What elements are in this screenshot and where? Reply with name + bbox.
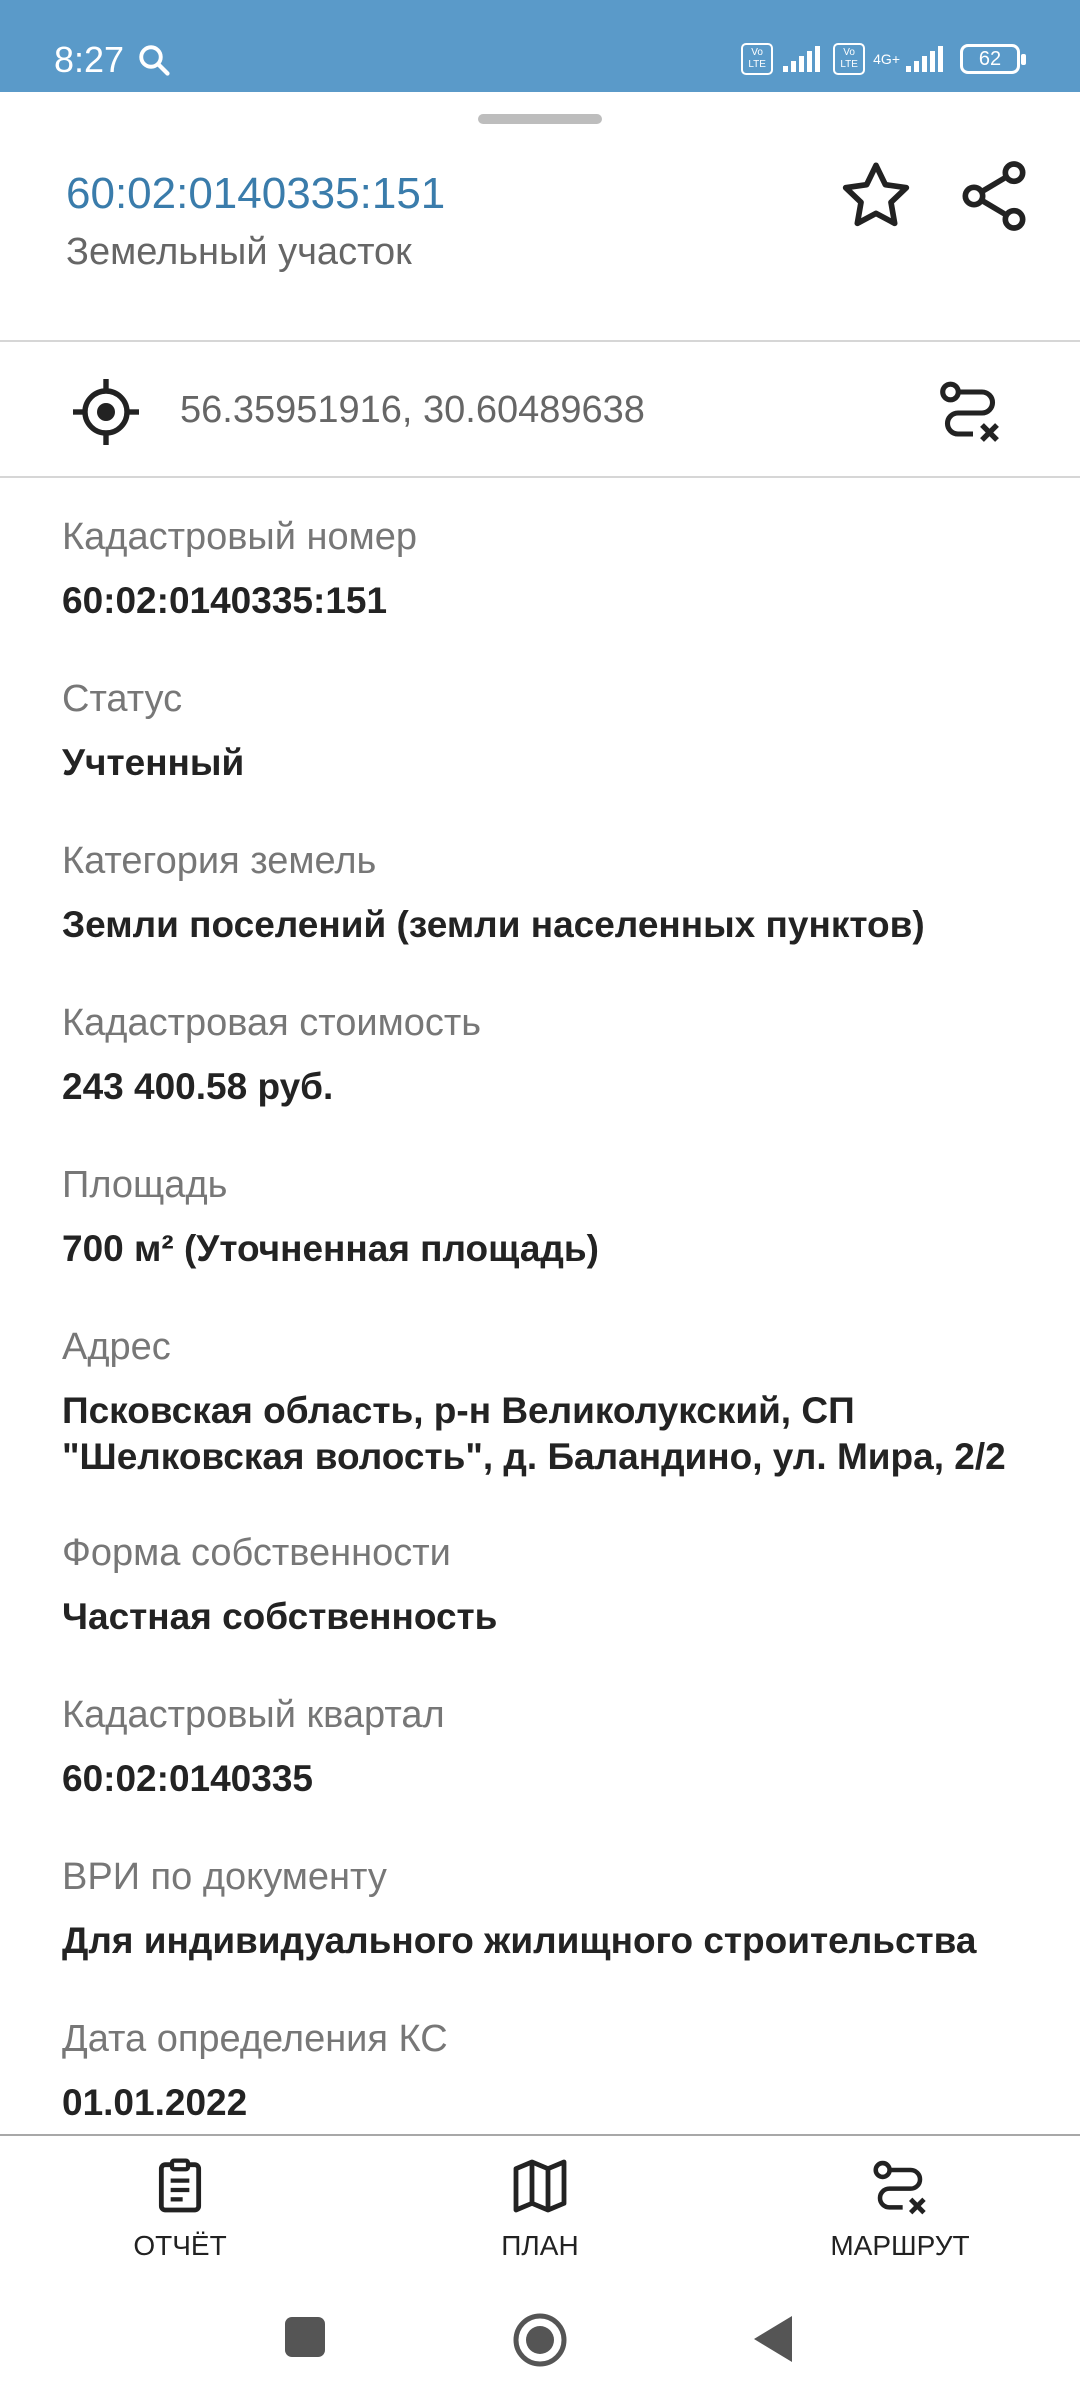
nav-route-label: МАРШРУТ — [830, 2230, 970, 2261]
nav-plan-button[interactable]: ПЛАН — [430, 2154, 650, 2262]
star-icon[interactable] — [836, 156, 916, 236]
field-value-land-category: Земли поселений (земли населенных пункто… — [62, 904, 925, 945]
field-value-permitted-use: Для индивидуального жилищного строительс… — [62, 1920, 977, 1961]
field-value-address: Псковская область, р-н Великолукский, СП… — [62, 1390, 1006, 1477]
field-value-status: Учтенный — [62, 742, 245, 783]
nav-plan-label: ПЛАН — [501, 2230, 579, 2261]
status-bar: 8:27 Vo LTE Vo LTE 4G+ 62 — [0, 0, 1080, 92]
field-label-cadastral-value: Кадастровая стоимость — [62, 1002, 482, 1044]
status-time: 8:27 — [54, 39, 125, 80]
map-icon — [513, 2159, 567, 2213]
bottom-nav: ОТЧЁТ ПЛАН МАРШРУТ — [0, 2134, 1080, 2286]
page-title: 60:02:0140335:151 — [66, 169, 446, 218]
status-indicators: Vo LTE Vo LTE 4G+ 62 — [741, 34, 1026, 84]
coordinates-row: 56.35951916, 30.60489638 — [0, 342, 1080, 476]
search-icon — [139, 45, 170, 76]
network-label: 4G+ — [873, 51, 900, 67]
field-label-cadastral-number: Кадастровый номер — [62, 516, 418, 558]
field-label-status: Статус — [62, 678, 183, 720]
field-label-cadastral-quarter: Кадастровый квартал — [62, 1694, 445, 1736]
field-value-valuation-date: 01.01.2022 — [62, 2082, 248, 2123]
divider — [0, 476, 1080, 478]
field-value-cadastral-quarter: 60:02:0140335 — [62, 1758, 313, 1799]
coordinates-text[interactable]: 56.35951916, 30.60489638 — [180, 388, 645, 432]
network-type: 4G+ — [873, 44, 944, 74]
field-value-cadastral-number: 60:02:0140335:151 — [62, 580, 388, 621]
clipboard-icon — [158, 2158, 202, 2213]
home-icon[interactable] — [512, 2312, 568, 2368]
system-nav-bar — [0, 2284, 1080, 2400]
nav-route-button[interactable]: МАРШРУТ — [790, 2154, 1010, 2262]
crosshair-icon[interactable] — [70, 376, 142, 448]
field-value-area: 700 м² (Уточненная площадь) — [62, 1228, 599, 1269]
signal-icon — [783, 46, 821, 72]
page-subtitle: Земельный участок — [66, 231, 412, 273]
nav-report-label: ОТЧЁТ — [133, 2230, 227, 2261]
recent-apps-icon[interactable] — [284, 2316, 326, 2358]
volte-icon: Vo LTE — [833, 43, 866, 75]
battery-icon: 62 — [960, 44, 1026, 74]
field-label-area: Площадь — [62, 1164, 228, 1206]
field-label-land-category: Категория земель — [62, 840, 377, 882]
back-icon[interactable] — [752, 2314, 794, 2364]
field-value-ownership: Частная собственность — [62, 1596, 498, 1637]
share-icon[interactable] — [954, 156, 1034, 236]
drag-handle[interactable] — [478, 114, 602, 124]
field-label-permitted-use: ВРИ по документу — [62, 1856, 387, 1898]
field-label-valuation-date: Дата определения КС — [62, 2018, 448, 2060]
volte-icon: Vo LTE — [741, 43, 774, 75]
route-clear-icon[interactable] — [934, 374, 1006, 446]
field-label-ownership: Форма собственности — [62, 1532, 451, 1574]
route-icon — [873, 2160, 926, 2215]
signal-icon — [906, 46, 943, 72]
nav-report-button[interactable]: ОТЧЁТ — [70, 2154, 290, 2262]
field-value-cadastral-value: 243 400.58 руб. — [62, 1066, 334, 1107]
field-label-address: Адрес — [62, 1326, 171, 1368]
